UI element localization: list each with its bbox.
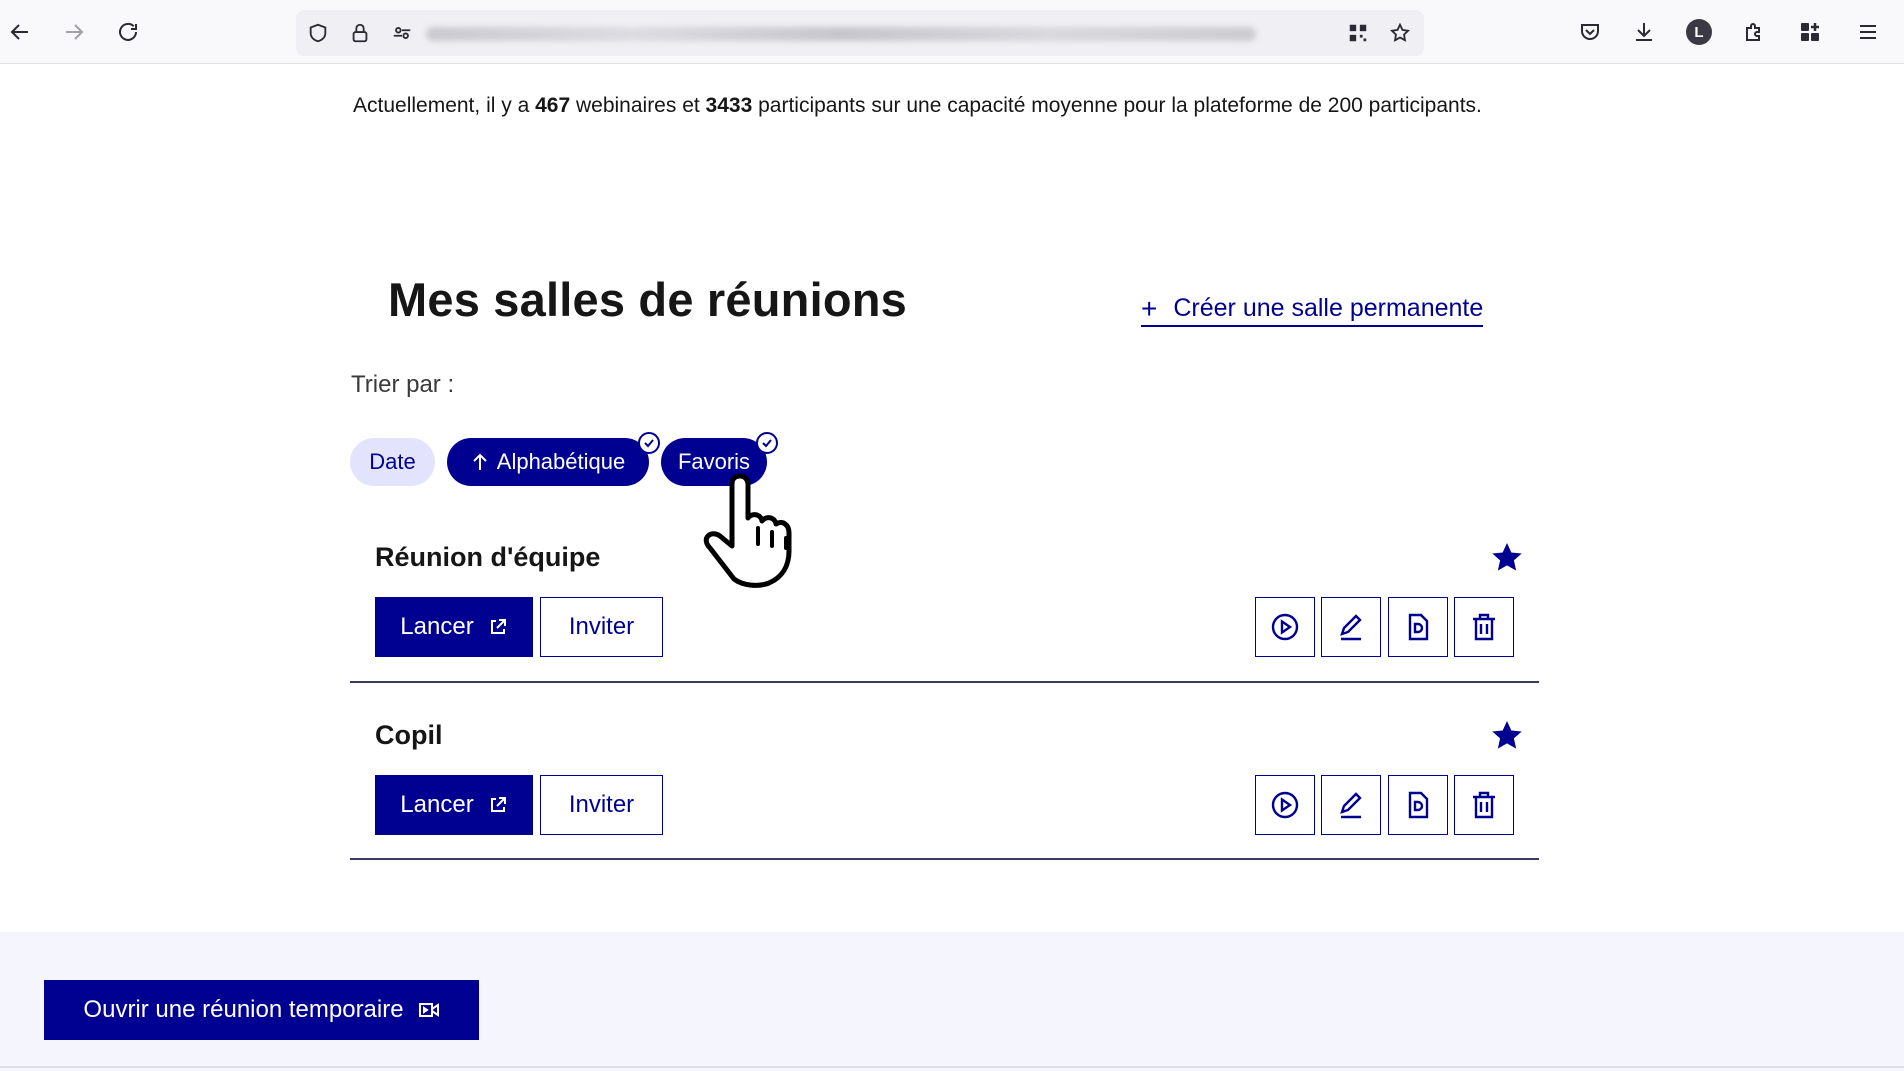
document-icon	[1408, 791, 1429, 819]
document-icon	[1408, 613, 1429, 641]
document-button[interactable]	[1388, 597, 1448, 657]
permissions-icon[interactable]	[390, 21, 414, 45]
reload-icon[interactable]	[110, 14, 146, 50]
external-link-icon	[490, 619, 506, 634]
sort-tag-date[interactable]: Date	[350, 438, 435, 486]
invite-label: Inviter	[568, 791, 635, 818]
lock-icon[interactable]	[348, 21, 372, 45]
document-button[interactable]	[1388, 775, 1448, 835]
sort-tag-date-label: Date	[369, 449, 416, 474]
url-text-blurred	[426, 27, 1256, 41]
invite-label: Inviter	[568, 613, 635, 640]
sort-label: Trier par :	[351, 371, 455, 398]
star-filled-icon[interactable]	[1489, 540, 1525, 576]
back-icon[interactable]	[2, 14, 38, 50]
create-room-label: Créer une salle permanente	[1173, 294, 1484, 322]
room-item: Réunion d'équipe Lancer Inviter	[350, 530, 1539, 683]
sort-tag-alphabetical[interactable]: Alphabétique	[447, 432, 660, 486]
room-name: Copil	[375, 720, 443, 750]
page-title: Mes salles de réunions	[388, 273, 907, 326]
star-filled-icon[interactable]	[1489, 718, 1525, 754]
edit-button[interactable]	[1321, 597, 1381, 657]
launch-button[interactable]: Lancer	[375, 597, 533, 657]
launch-button[interactable]: Lancer	[375, 775, 533, 835]
room-item: Copil Lancer Inviter	[350, 708, 1539, 860]
pocket-icon[interactable]	[1572, 14, 1608, 50]
invite-button[interactable]: Inviter	[540, 597, 663, 657]
menu-icon[interactable]	[1850, 14, 1886, 50]
launch-label: Lancer	[400, 613, 474, 640]
forward-icon[interactable]	[56, 14, 92, 50]
plus-icon: +	[1141, 292, 1158, 324]
trash-icon	[1473, 791, 1495, 819]
play-button[interactable]	[1255, 597, 1315, 657]
pencil-icon	[1340, 614, 1362, 641]
play-button[interactable]	[1255, 775, 1315, 835]
delete-button[interactable]	[1454, 597, 1514, 657]
sort-tag-alphabetical-label: Alphabétique	[496, 449, 626, 474]
video-camera-icon	[418, 1003, 439, 1017]
download-icon[interactable]	[1626, 14, 1662, 50]
stats-prefix: Actuellement, il y a	[353, 94, 536, 117]
stats-mid: webinaires et	[570, 94, 706, 117]
create-room-link[interactable]: + Créer une salle permanente	[1141, 292, 1484, 327]
extensions-icon[interactable]	[1736, 14, 1772, 50]
shield-icon[interactable]	[306, 21, 330, 45]
stats-participants-count: 3433	[705, 94, 753, 117]
open-temporary-meeting-label: Ouvrir une réunion temporaire	[83, 996, 404, 1023]
bookmark-star-icon[interactable]	[1388, 21, 1412, 45]
apps-icon[interactable]	[1792, 14, 1828, 50]
play-circle-icon	[1271, 613, 1299, 641]
open-temporary-meeting-button[interactable]: Ouvrir une réunion temporaire	[44, 980, 479, 1040]
trash-icon	[1473, 613, 1495, 641]
stats-suffix: participants sur une capacité moyenne po…	[752, 94, 1482, 117]
external-link-icon	[490, 797, 506, 812]
arrow-up-icon	[473, 453, 487, 470]
url-bar[interactable]	[296, 10, 1424, 56]
launch-label: Lancer	[400, 791, 474, 818]
check-icon	[638, 432, 660, 454]
qr-icon[interactable]	[1346, 21, 1370, 45]
delete-button[interactable]	[1454, 775, 1514, 835]
account-avatar: L	[1686, 19, 1712, 45]
browser-toolbar: L	[0, 0, 1904, 64]
play-circle-icon	[1271, 791, 1299, 819]
divider	[0, 1066, 1904, 1068]
hand-pointer-cursor-icon	[703, 473, 792, 588]
stats-webinars-count: 467	[535, 94, 571, 117]
invite-button[interactable]: Inviter	[540, 775, 663, 835]
pencil-icon	[1340, 792, 1362, 819]
check-icon	[756, 432, 778, 454]
room-name: Réunion d'équipe	[375, 542, 601, 572]
edit-button[interactable]	[1321, 775, 1381, 835]
account-icon[interactable]: L	[1681, 14, 1717, 50]
stats-text: Actuellement, il y a 467 webinaires et 3…	[353, 94, 1482, 118]
